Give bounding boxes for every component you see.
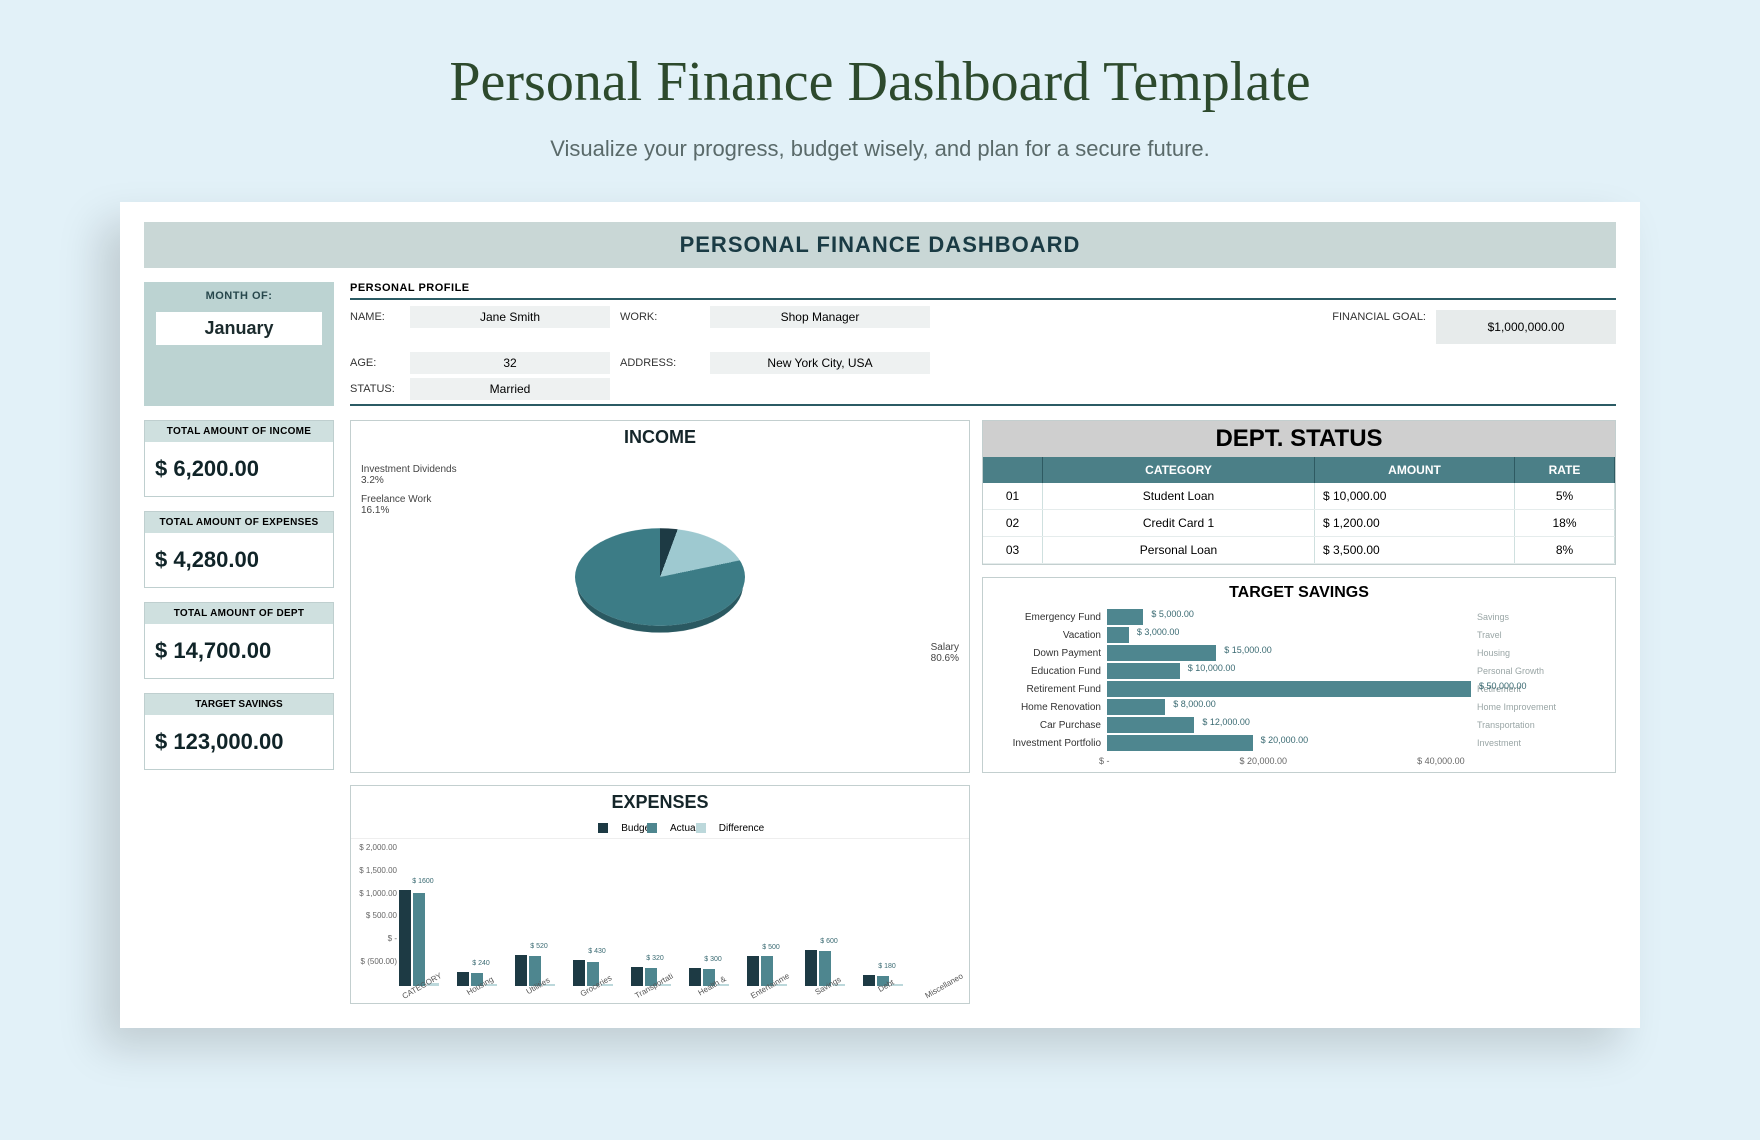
- pie-label-dividends: Investment Dividends3.2%: [361, 464, 457, 486]
- legend-swatch-icon: [647, 823, 657, 833]
- month-value[interactable]: January: [156, 312, 322, 345]
- legend-swatch-icon: [696, 823, 706, 833]
- kpi-expenses-value: $ 4,280.00: [145, 533, 333, 587]
- income-chart-title: INCOME: [351, 421, 969, 454]
- kpi-expenses: TOTAL AMOUNT OF EXPENSES $ 4,280.00: [144, 511, 334, 588]
- target-axis: $ - $ 20,000.00 $ 40,000.00: [983, 752, 1615, 772]
- name-label: NAME:: [350, 311, 400, 323]
- goal-value[interactable]: $1,000,000.00: [1436, 310, 1616, 344]
- expenses-legend: Budget Actual Difference: [351, 819, 969, 838]
- work-value[interactable]: Shop Manager: [710, 306, 930, 328]
- table-row: 02Credit Card 1$ 1,200.0018%: [983, 510, 1615, 537]
- age-value[interactable]: 32: [410, 352, 610, 374]
- dashboard-banner: PERSONAL FINANCE DASHBOARD: [144, 222, 1616, 268]
- kpi-savings: TARGET SAVINGS $ 123,000.00: [144, 693, 334, 770]
- target-title: TARGET SAVINGS: [983, 578, 1615, 608]
- profile-title: PERSONAL PROFILE: [350, 282, 1616, 300]
- dept-title: DEPT. STATUS: [983, 421, 1615, 457]
- page-title: Personal Finance Dashboard Template: [80, 50, 1680, 114]
- expenses-chart: EXPENSES Budget Actual Difference $ 2,00…: [350, 785, 970, 1004]
- expenses-title: EXPENSES: [351, 786, 969, 819]
- kpi-expenses-label: TOTAL AMOUNT OF EXPENSES: [145, 512, 333, 533]
- dashboard: PERSONAL FINANCE DASHBOARD MONTH OF: Jan…: [120, 202, 1640, 1028]
- goal-label: FINANCIAL GOAL:: [940, 311, 1426, 323]
- kpi-debt: TOTAL AMOUNT OF DEPT $ 14,700.00: [144, 602, 334, 679]
- age-label: AGE:: [350, 357, 400, 369]
- kpi-savings-label: TARGET SAVINGS: [145, 694, 333, 715]
- dept-head-amount: AMOUNT: [1315, 457, 1515, 483]
- name-value[interactable]: Jane Smith: [410, 306, 610, 328]
- kpi-income-label: TOTAL AMOUNT OF INCOME: [145, 421, 333, 442]
- kpi-debt-value: $ 14,700.00: [145, 624, 333, 678]
- income-chart: INCOME Investment Dividends3.2% Freelanc…: [350, 420, 970, 773]
- list-item: Education Fund $ 10,000.00 Personal Grow…: [983, 662, 1615, 680]
- kpi-savings-value: $ 123,000.00: [145, 715, 333, 769]
- kpi-income-value: $ 6,200.00: [145, 442, 333, 496]
- list-item: Retirement Fund $ 50,000.00 Retirement: [983, 680, 1615, 698]
- list-item: Emergency Fund $ 5,000.00 Savings: [983, 608, 1615, 626]
- table-row: 01Student Loan$ 10,000.005%: [983, 483, 1615, 510]
- month-label: MONTH OF:: [144, 290, 334, 302]
- list-item: Vacation $ 3,000.00 Travel: [983, 626, 1615, 644]
- work-label: WORK:: [620, 311, 700, 323]
- list-item: Investment Portfolio $ 20,000.00 Investm…: [983, 734, 1615, 752]
- status-value[interactable]: Married: [410, 378, 610, 400]
- pie-label-salary: Salary80.6%: [931, 642, 959, 664]
- pie-icon: [575, 528, 745, 626]
- table-row: 03Personal Loan$ 3,500.008%: [983, 537, 1615, 564]
- legend-swatch-icon: [598, 823, 608, 833]
- list-item: Down Payment $ 15,000.00 Housing: [983, 644, 1615, 662]
- list-item: Car Purchase $ 12,000.00 Transportation: [983, 716, 1615, 734]
- profile-section: PERSONAL PROFILE NAME: Jane Smith WORK: …: [350, 282, 1616, 406]
- kpi-income: TOTAL AMOUNT OF INCOME $ 6,200.00: [144, 420, 334, 497]
- address-label: ADDRESS:: [620, 357, 700, 369]
- dept-head-category: CATEGORY: [1043, 457, 1315, 483]
- dept-status: DEPT. STATUS CATEGORY AMOUNT RATE 01Stud…: [982, 420, 1616, 565]
- target-savings: TARGET SAVINGS Emergency Fund $ 5,000.00…: [982, 577, 1616, 773]
- page-subtitle: Visualize your progress, budget wisely, …: [80, 136, 1680, 162]
- kpi-column: TOTAL AMOUNT OF INCOME $ 6,200.00 TOTAL …: [144, 420, 334, 1004]
- address-value[interactable]: New York City, USA: [710, 352, 930, 374]
- month-box: MONTH OF: January: [144, 282, 334, 406]
- list-item: Home Renovation $ 8,000.00 Home Improvem…: [983, 698, 1615, 716]
- pie-label-freelance: Freelance Work16.1%: [361, 494, 431, 516]
- status-label: STATUS:: [350, 383, 400, 395]
- dept-head-rate: RATE: [1515, 457, 1615, 483]
- kpi-debt-label: TOTAL AMOUNT OF DEPT: [145, 603, 333, 624]
